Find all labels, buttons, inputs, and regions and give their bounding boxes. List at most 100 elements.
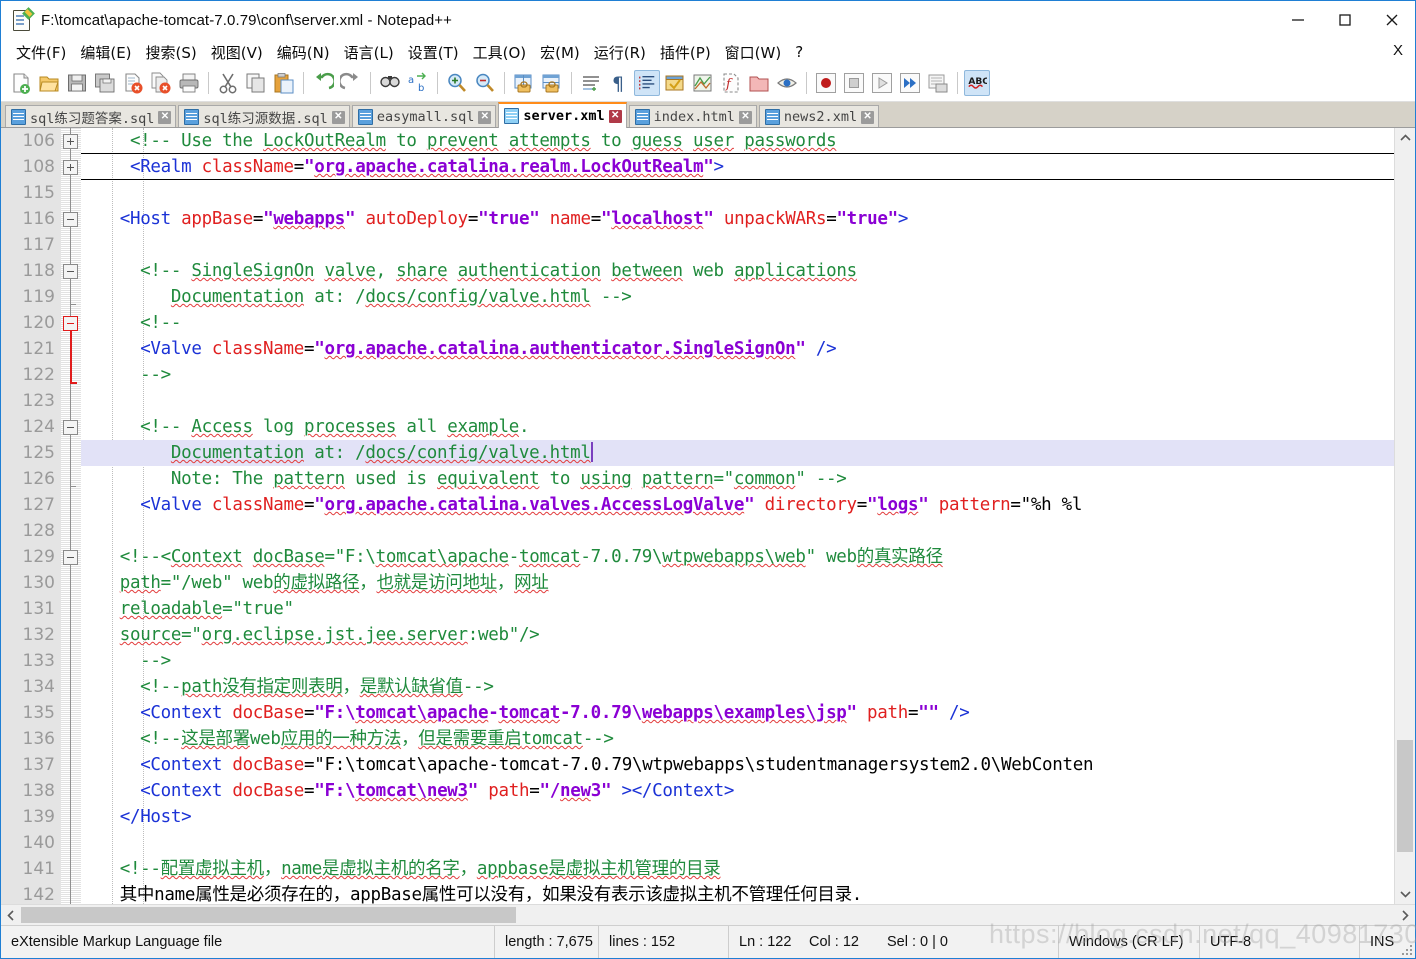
- menu-item-edit[interactable]: 编辑(E): [73, 40, 138, 65]
- menu-item-encoding[interactable]: 编码(N): [270, 40, 337, 65]
- function-list-icon[interactable]: f: [718, 70, 744, 96]
- undo-icon[interactable]: [310, 70, 336, 96]
- tab-news2-xml[interactable]: news2.xml ✕: [758, 105, 880, 128]
- line-number: 127: [22, 495, 55, 515]
- menu-item-help[interactable]: ?: [788, 41, 810, 63]
- zoom-in-icon[interactable]: [444, 70, 470, 96]
- tab-close-icon[interactable]: ✕: [158, 110, 172, 124]
- record-macro-icon[interactable]: [813, 70, 839, 96]
- maximize-button[interactable]: [1321, 1, 1368, 39]
- line-number: 115: [22, 183, 55, 203]
- tab-close-icon[interactable]: ✕: [738, 110, 752, 124]
- horizontal-scrollbar[interactable]: [1, 904, 1415, 925]
- fold-range-indicator: [70, 330, 72, 382]
- run-macro-multiple-icon[interactable]: [897, 70, 923, 96]
- close-all-files-icon[interactable]: [148, 70, 174, 96]
- fold-collapse-icon[interactable]: [63, 212, 78, 227]
- redo-icon[interactable]: [338, 70, 364, 96]
- line-number: 106: [22, 131, 55, 151]
- tab-easymall-sql[interactable]: easymall.sql ✕: [351, 105, 497, 128]
- tab-sql-source-data[interactable]: sql练习源数据.sql ✕: [178, 105, 350, 128]
- menu-item-run[interactable]: 运行(R): [587, 40, 653, 65]
- sync-vertical-scroll-icon[interactable]: [511, 70, 537, 96]
- fold-collapse-icon[interactable]: [63, 550, 78, 565]
- code-line: -->: [89, 365, 171, 385]
- replace-icon[interactable]: a b: [405, 70, 431, 96]
- scroll-up-arrow[interactable]: [1395, 128, 1415, 148]
- tab-server-xml[interactable]: server.xml ✕: [498, 102, 627, 128]
- vertical-scrollbar[interactable]: [1394, 128, 1415, 904]
- fold-collapse-icon[interactable]: [63, 264, 78, 279]
- copy-icon[interactable]: [243, 70, 269, 96]
- print-icon[interactable]: [176, 70, 202, 96]
- code-line: <Context docBase="F:\tomcat\new3" path="…: [140, 781, 735, 801]
- zoom-out-icon[interactable]: [472, 70, 498, 96]
- menu-item-settings[interactable]: 设置(T): [401, 40, 466, 65]
- monitoring-eye-icon[interactable]: [774, 70, 800, 96]
- scroll-track[interactable]: [21, 905, 1395, 925]
- tab-index-html[interactable]: index.html ✕: [628, 105, 757, 128]
- scroll-thumb[interactable]: [1397, 740, 1413, 852]
- code-line: <Context docBase="F:\tomcat\apache-tomca…: [140, 703, 970, 723]
- menu-item-plugins[interactable]: 插件(P): [653, 40, 718, 65]
- folder-workspace-icon[interactable]: [746, 70, 772, 96]
- word-wrap-icon[interactable]: [578, 70, 604, 96]
- minimize-button[interactable]: [1274, 1, 1321, 39]
- menu-item-window[interactable]: 窗口(W): [718, 40, 789, 65]
- resize-grip-icon[interactable]: [1400, 943, 1412, 955]
- toolbar-separator: [806, 72, 807, 94]
- scroll-thumb[interactable]: [21, 907, 516, 923]
- new-file-icon[interactable]: [8, 70, 34, 96]
- fold-expand-icon[interactable]: [63, 160, 78, 175]
- cut-icon[interactable]: [215, 70, 241, 96]
- indent-guide-icon[interactable]: [634, 70, 660, 96]
- scintilla-editor[interactable]: 106 108 115 116 117 118 119 120 121 122 123 124 125 1…: [1, 128, 1394, 904]
- code-folding-margin[interactable]: [61, 128, 81, 904]
- status-language: eXtensible Markup Language file: [1, 926, 495, 958]
- line-number: 119: [22, 287, 55, 307]
- show-all-characters-icon[interactable]: ¶: [606, 70, 632, 96]
- code-line: Documentation at: /docs/config/valve.htm…: [170, 287, 632, 307]
- close-file-icon[interactable]: [120, 70, 146, 96]
- menu-item-macro[interactable]: 宏(M): [533, 40, 587, 65]
- stop-macro-icon[interactable]: [841, 70, 867, 96]
- tab-close-icon[interactable]: ✕: [331, 110, 345, 124]
- file-icon: [764, 109, 780, 125]
- menu-item-search[interactable]: 搜索(S): [139, 40, 204, 65]
- tab-close-icon[interactable]: ✕: [861, 110, 875, 124]
- line-number: 132: [22, 625, 55, 645]
- code-line: Note: The pattern used is equivalent to …: [89, 469, 847, 489]
- save-macro-icon[interactable]: [925, 70, 951, 96]
- scroll-right-arrow[interactable]: [1395, 905, 1415, 925]
- menu-item-tools[interactable]: 工具(O): [466, 40, 534, 65]
- open-file-icon[interactable]: [36, 70, 62, 96]
- play-macro-icon[interactable]: [869, 70, 895, 96]
- menu-item-language[interactable]: 语言(L): [337, 40, 401, 65]
- scroll-left-arrow[interactable]: [1, 905, 21, 925]
- user-language-icon[interactable]: [662, 70, 688, 96]
- fold-collapse-icon[interactable]: [63, 420, 78, 435]
- status-col: Col : 12: [809, 934, 859, 950]
- tab-close-icon[interactable]: ✕: [608, 109, 622, 123]
- tab-sql-answers[interactable]: sql练习题答案.sql ✕: [5, 105, 177, 128]
- fold-expand-icon[interactable]: [63, 134, 78, 149]
- close-document-button[interactable]: X: [1393, 42, 1403, 59]
- scroll-down-arrow[interactable]: [1395, 884, 1415, 904]
- tab-close-icon[interactable]: ✕: [478, 110, 492, 124]
- menu-item-view[interactable]: 视图(V): [204, 40, 270, 65]
- menu-item-file[interactable]: 文件(F): [9, 40, 73, 65]
- close-button[interactable]: [1368, 1, 1415, 39]
- paste-icon[interactable]: [271, 70, 297, 96]
- sync-horizontal-scroll-icon[interactable]: [539, 70, 565, 96]
- save-icon[interactable]: [64, 70, 90, 96]
- find-icon[interactable]: [377, 70, 403, 96]
- spell-check-icon[interactable]: ABC: [964, 70, 990, 96]
- code-text-area[interactable]: <!-- Use the LockOutRealm to prevent att…: [81, 128, 1394, 904]
- fold-collapse-icon[interactable]: [63, 316, 78, 331]
- status-length: length : 7,675: [495, 926, 599, 958]
- fold-end-tick: [70, 486, 76, 487]
- document-map-icon[interactable]: [690, 70, 716, 96]
- status-encoding: UTF-8: [1200, 926, 1360, 958]
- save-all-icon[interactable]: [92, 70, 118, 96]
- window-title: F:\tomcat\apache-tomcat-7.0.79\conf\serv…: [41, 11, 452, 29]
